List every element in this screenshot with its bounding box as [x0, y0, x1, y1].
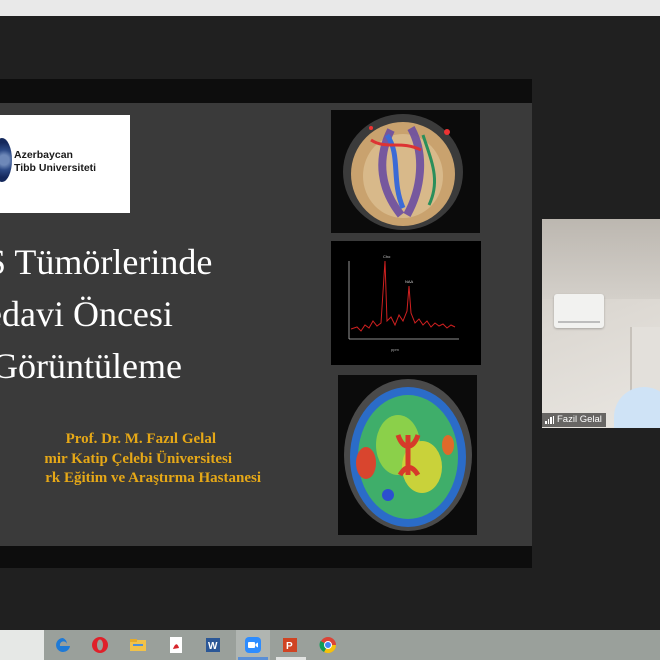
brain-tractography-image: [331, 110, 480, 233]
credit-line-2: mir Katip Çelebi Üniversitesi: [44, 450, 232, 467]
svg-text:NAA: NAA: [405, 279, 414, 284]
logo-line-1: Azerbaycan: [14, 149, 73, 161]
title-line-1: S Tümörlerinde: [0, 242, 213, 282]
file-explorer-icon[interactable]: [128, 635, 148, 655]
presenter-credits: Prof. Dr. M. Fazıl Gelal mir Katip Çeleb…: [0, 430, 300, 489]
credit-line-3: rk Eğitim ve Araştırma Hastanesi: [45, 470, 261, 486]
mr-spectroscopy-image: Cho NAA ppm: [331, 241, 481, 365]
air-conditioner: [554, 294, 604, 328]
acrobat-icon[interactable]: [166, 635, 186, 655]
signal-strength-icon: [545, 416, 554, 424]
slide-title: S Tümörlerinde edavi Öncesi Görüntüleme: [0, 236, 330, 392]
title-line-2: edavi Öncesi: [0, 294, 173, 334]
zoom-icon[interactable]: [243, 635, 263, 655]
taskbar-search-area[interactable]: [0, 630, 44, 660]
participant-name: Fazil Gelal: [557, 414, 602, 425]
svg-text:Cho: Cho: [383, 254, 391, 259]
title-line-3: Görüntüleme: [0, 346, 182, 386]
video-ceiling: [542, 219, 660, 299]
chrome-icon[interactable]: [318, 635, 338, 655]
participant-video[interactable]: [542, 219, 660, 428]
logo-line-2: Tibb Universiteti: [14, 162, 97, 174]
opera-icon[interactable]: [90, 635, 110, 655]
svg-text:W: W: [208, 641, 218, 652]
credit-line-1: Prof. Dr. M. Fazıl Gelal: [65, 431, 216, 447]
powerpoint-icon[interactable]: P: [280, 635, 300, 655]
svg-text:ppm: ppm: [391, 347, 399, 352]
brain-perfusion-image: [338, 375, 477, 535]
svg-text:P: P: [286, 641, 293, 652]
edge-icon[interactable]: [53, 635, 73, 655]
university-name: Azerbaycan Tibb Universiteti: [14, 149, 96, 175]
participant-name-tag: Fazil Gelal: [542, 413, 606, 427]
top-bar: [0, 0, 660, 16]
word-icon[interactable]: W: [203, 635, 223, 655]
